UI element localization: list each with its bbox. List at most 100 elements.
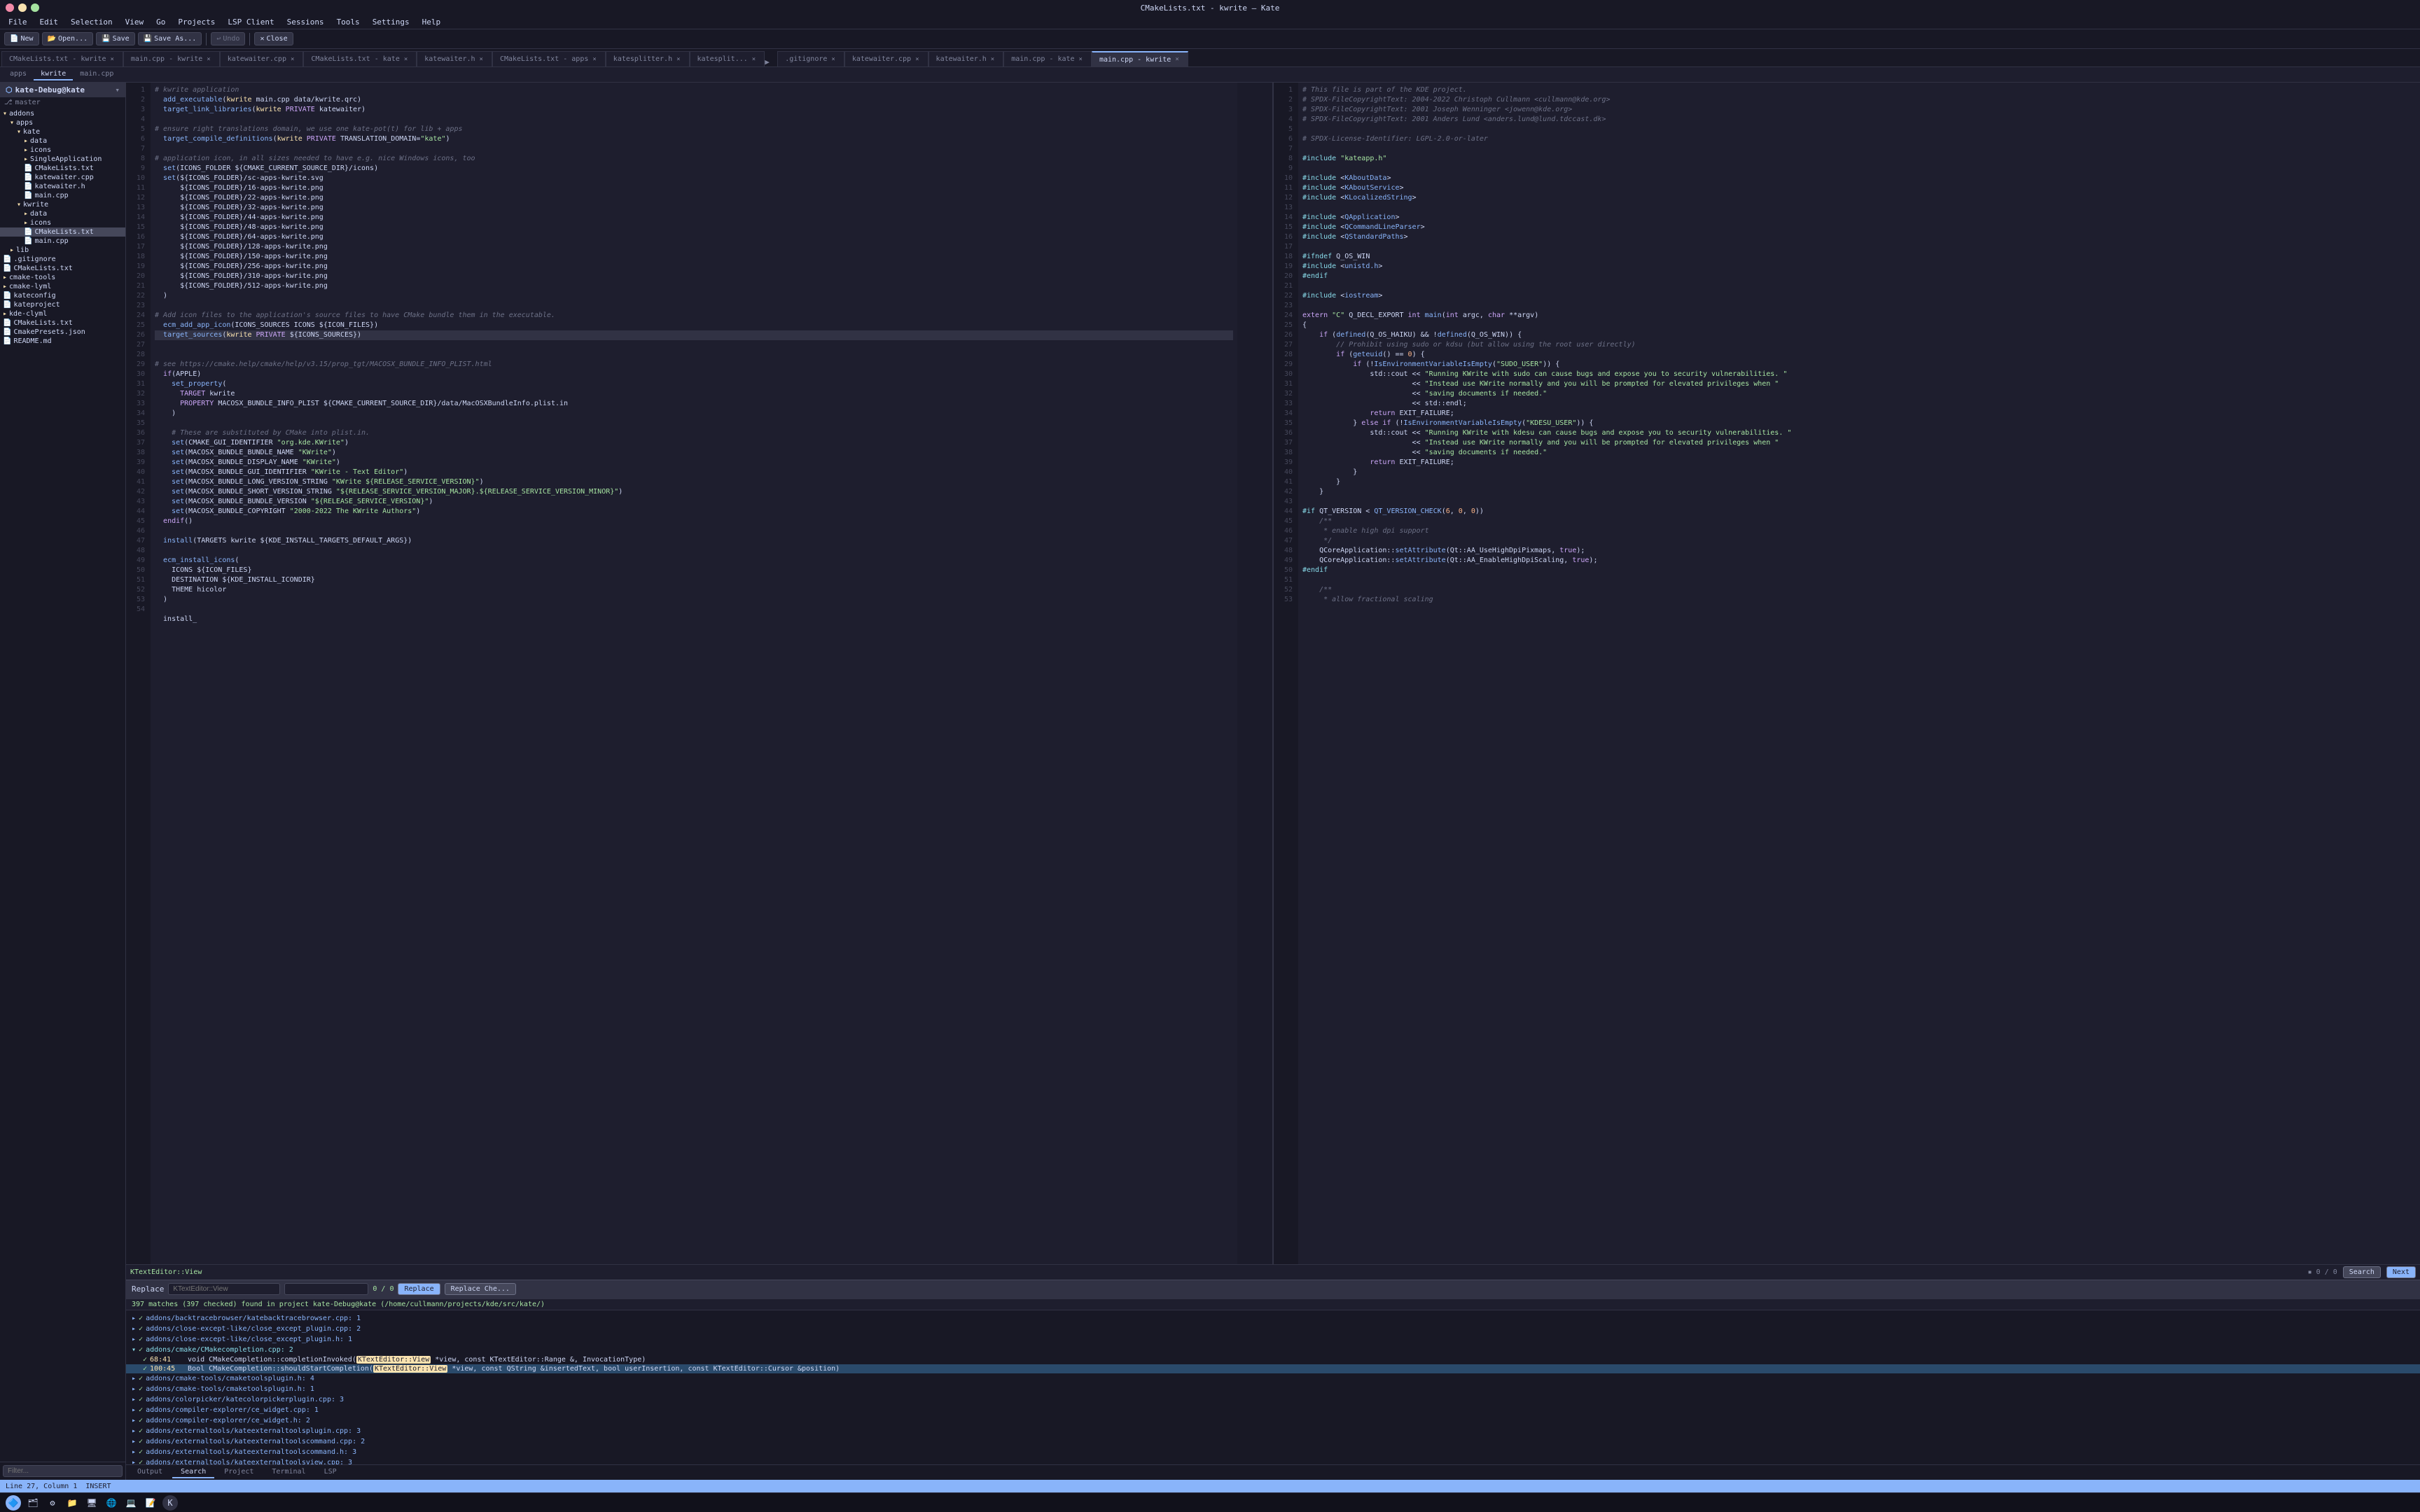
result-file-cmake-tools1[interactable]: ▸ ✓ addons/cmake-tools/cmaketoolsplugin.… <box>126 1373 2420 1384</box>
close-button[interactable]: ✕ Close <box>254 32 293 46</box>
undo-button[interactable]: ↩ Undo <box>211 32 245 46</box>
tree-item-main1[interactable]: 📄 main.cpp <box>0 191 125 200</box>
tab2-kwrite[interactable]: kwrite <box>34 69 73 80</box>
tree-item-cmake-root[interactable]: 📄 CMakeLists.txt <box>0 264 125 273</box>
result-file-colorpicker[interactable]: ▸ ✓ addons/colorpicker/katecolorpickerpl… <box>126 1394 2420 1405</box>
menu-sessions[interactable]: Sessions <box>281 16 330 28</box>
menu-selection[interactable]: Selection <box>65 16 118 28</box>
tree-item-kwrite-data[interactable]: ▸ data <box>0 209 125 218</box>
tab-close-icon[interactable]: × <box>478 56 485 63</box>
tab-katewaiter2[interactable]: katewaiter.cpp × <box>844 51 929 66</box>
tree-item-cmake-kwrite[interactable]: 📄 CMakeLists.txt <box>0 227 125 237</box>
result-file-ce-widget2[interactable]: ▸ ✓ addons/compiler-explorer/ce_widget.h… <box>126 1415 2420 1426</box>
result-match-1[interactable]: ✓ 68:41 void CMakeCompletion::completion… <box>126 1355 2420 1364</box>
tree-item-singleapp[interactable]: ▸ SingleApplication <box>0 155 125 164</box>
replace-checked-button[interactable]: Replace Che... <box>445 1283 516 1295</box>
menu-tools[interactable]: Tools <box>331 16 366 28</box>
tab-close-icon[interactable]: × <box>675 56 681 63</box>
next-button[interactable]: Next <box>2386 1266 2416 1278</box>
result-file-ce-widget1[interactable]: ▸ ✓ addons/compiler-explorer/ce_widget.c… <box>126 1405 2420 1415</box>
result-file-externaltools1[interactable]: ▸ ✓ addons/externaltools/kateexternaltoo… <box>126 1426 2420 1436</box>
save-button[interactable]: 💾 Save <box>96 32 135 46</box>
tab-main-kate[interactable]: main.cpp - kate × <box>1003 51 1092 66</box>
taskbar-app6[interactable]: 💻 <box>123 1495 139 1511</box>
tab-cmake-kate[interactable]: CMakeLists.txt - kate × <box>303 51 417 66</box>
tab-cmake-apps[interactable]: CMakeLists.txt - apps × <box>492 51 606 66</box>
tree-item-kate[interactable]: ▾ kate <box>0 127 125 136</box>
menu-file[interactable]: File <box>3 16 33 28</box>
result-file-backtracebrowser[interactable]: ▸ ✓ addons/backtracebrowser/katebacktrac… <box>126 1313 2420 1324</box>
menu-edit[interactable]: Edit <box>34 16 64 28</box>
minimize-window-button[interactable] <box>18 4 27 12</box>
tree-item-lib[interactable]: ▸ lib <box>0 246 125 255</box>
tab-search[interactable]: Search <box>172 1466 214 1478</box>
tab-cmake-kwrite[interactable]: CMakeLists.txt - kwrite × <box>1 51 123 66</box>
tree-item-kateproject[interactable]: 📄 kateproject <box>0 300 125 309</box>
search-button[interactable]: Search <box>2343 1266 2381 1278</box>
tree-item-readme[interactable]: 📄 README.md <box>0 337 125 346</box>
tab-close-icon[interactable]: × <box>591 56 597 63</box>
tree-item-icons[interactable]: ▸ icons <box>0 146 125 155</box>
tab2-main[interactable]: main.cpp <box>73 69 120 80</box>
tab-output[interactable]: Output <box>129 1466 171 1478</box>
tree-item-cmake-lyml[interactable]: ▸ cmake-lyml <box>0 282 125 291</box>
tab-katewaiter-h2[interactable]: katewaiter.h × <box>929 51 1004 66</box>
new-button[interactable]: 📄 New <box>4 32 39 46</box>
tab-close-icon[interactable]: × <box>109 56 115 63</box>
tab-close-icon[interactable]: × <box>751 56 757 63</box>
result-file-externaltools3[interactable]: ▸ ✓ addons/externaltools/kateexternaltoo… <box>126 1447 2420 1457</box>
tree-item-cmake1[interactable]: 📄 CMakeLists.txt <box>0 164 125 173</box>
tree-item-main-kwrite[interactable]: 📄 main.cpp <box>0 237 125 246</box>
tree-item-kwrite-folder[interactable]: ▾ kwrite <box>0 200 125 209</box>
tree-item-kde-clyml[interactable]: ▸ kde-clyml <box>0 309 125 318</box>
tree-item-katewaiter-h[interactable]: 📄 katewaiter.h <box>0 182 125 191</box>
tab-close-icon[interactable]: × <box>1078 56 1084 63</box>
menu-view[interactable]: View <box>120 16 150 28</box>
taskbar-app1[interactable]: 🗂 <box>25 1495 41 1511</box>
result-file-cmake-tools2[interactable]: ▸ ✓ addons/cmake-tools/cmaketoolsplugin.… <box>126 1384 2420 1394</box>
tab-close-icon[interactable]: × <box>830 56 836 63</box>
taskbar-app2[interactable]: ⚙ <box>45 1495 60 1511</box>
result-file-cmake[interactable]: ▾ ✓ addons/cmake/CMakecompletion.cpp: 2 <box>126 1345 2420 1355</box>
tab-close-icon[interactable]: × <box>914 56 920 63</box>
taskbar-app4[interactable]: 🖥 <box>84 1495 99 1511</box>
tab-close-icon[interactable]: × <box>289 56 295 63</box>
tab-lsp[interactable]: LSP <box>316 1466 345 1478</box>
result-file-externaltools2[interactable]: ▸ ✓ addons/externaltools/kateexternaltoo… <box>126 1436 2420 1447</box>
tab-katesplit[interactable]: katesplit... × <box>690 51 765 66</box>
tab-katewaiter-cpp[interactable]: katewaiter.cpp × <box>220 51 304 66</box>
tab2-apps[interactable]: apps <box>3 69 34 80</box>
tab-katewaiter-h[interactable]: katewaiter.h × <box>417 51 492 66</box>
tree-item-cmake2[interactable]: 📄 CMakeLists.txt <box>0 318 125 328</box>
menu-projects[interactable]: Projects <box>172 16 221 28</box>
tree-item-cmake-tools[interactable]: ▸ cmake-tools <box>0 273 125 282</box>
taskbar-kate-icon[interactable]: K <box>162 1495 178 1511</box>
code-area-left[interactable]: # kwrite application add_executable(kwri… <box>151 83 1237 1264</box>
tab-close-icon[interactable]: × <box>205 56 211 63</box>
tree-item-cmakepresets[interactable]: 📄 CmakePresets.json <box>0 328 125 337</box>
tab-close-icon[interactable]: × <box>989 56 996 63</box>
filter-input[interactable] <box>3 1465 123 1477</box>
maximize-window-button[interactable] <box>31 4 39 12</box>
tab-close-icon[interactable]: × <box>403 56 409 63</box>
tab-main-kwrite2[interactable]: main.cpp - kwrite × <box>1092 51 1188 66</box>
tree-item-katewaiter-cpp[interactable]: 📄 katewaiter.cpp <box>0 173 125 182</box>
tab-project[interactable]: Project <box>216 1466 262 1478</box>
taskbar-app5[interactable]: 🌐 <box>104 1495 119 1511</box>
code-area-right[interactable]: # This file is part of the KDE project. … <box>1298 83 2420 1264</box>
menu-lsp[interactable]: LSP Client <box>222 16 279 28</box>
result-file-close-except1[interactable]: ▸ ✓ addons/close-except-like/close_excep… <box>126 1324 2420 1334</box>
tab-katesplitter[interactable]: katesplitter.h × <box>606 51 690 66</box>
tab-overflow-button[interactable]: ▶ <box>765 57 777 66</box>
tree-item-gitignore[interactable]: 📄 .gitignore <box>0 255 125 264</box>
tree-item-kwrite-icons[interactable]: ▸ icons <box>0 218 125 227</box>
result-match-2[interactable]: ✓ 100:45 Bool CMakeCompletion::shouldSta… <box>126 1364 2420 1373</box>
result-file-close-except2[interactable]: ▸ ✓ addons/close-except-like/close_excep… <box>126 1334 2420 1345</box>
menu-help[interactable]: Help <box>417 16 447 28</box>
tree-item-data[interactable]: ▸ data <box>0 136 125 146</box>
taskbar-app3[interactable]: 📁 <box>64 1495 80 1511</box>
taskbar-kde-icon[interactable]: 🔷 <box>6 1495 21 1511</box>
replace-input[interactable] <box>284 1283 368 1295</box>
tab-terminal[interactable]: Terminal <box>263 1466 314 1478</box>
tab-main-kwrite[interactable]: main.cpp - kwrite × <box>123 51 220 66</box>
